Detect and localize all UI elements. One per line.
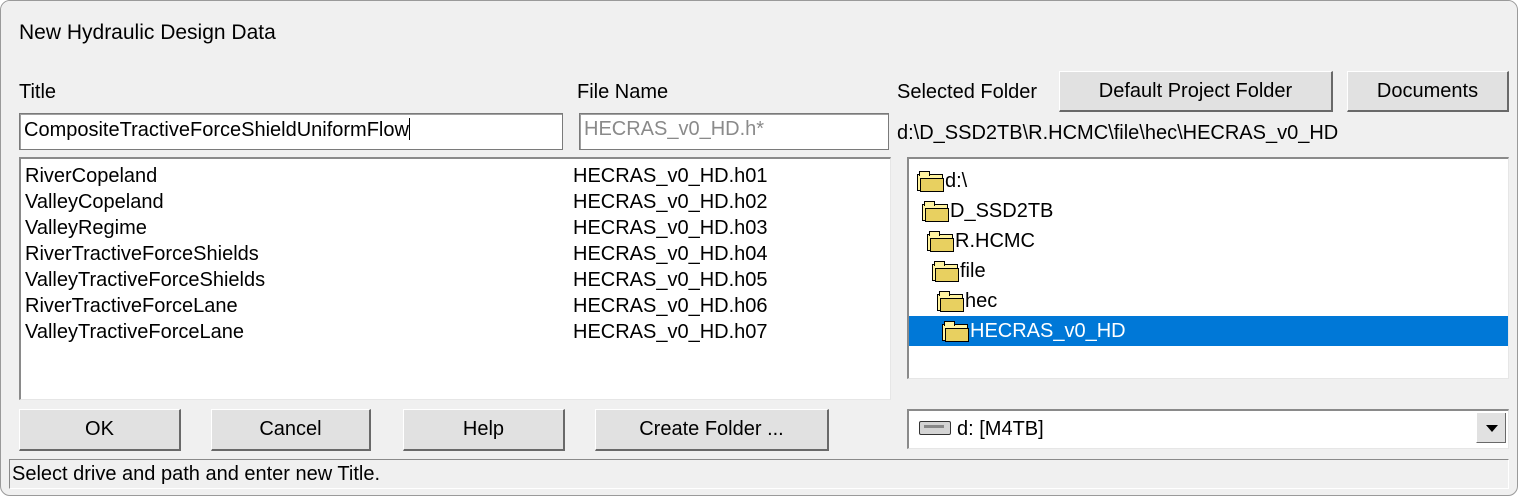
drive-select[interactable]: d: [M4TB] (907, 409, 1509, 449)
list-item-title: ValleyTractiveForceLane (25, 321, 244, 343)
cancel-button[interactable]: Cancel (211, 409, 371, 451)
dialog-window: New Hydraulic Design Data Title File Nam… (0, 0, 1518, 496)
list-item-file: HECRAS_v0_HD.h07 (573, 321, 768, 343)
file-name-label: File Name (577, 81, 669, 103)
status-bar: Select drive and path and enter new Titl… (9, 459, 1509, 489)
list-item[interactable]: ValleyCopeland HECRAS_v0_HD.h02 (21, 190, 890, 216)
file-name-input[interactable]: HECRAS_v0_HD.h* (579, 113, 889, 150)
folder-icon (937, 291, 964, 312)
title-input-value: CompositeTractiveForceShieldUniformFlow (24, 119, 409, 141)
folder-icon (927, 231, 954, 252)
list-item[interactable]: ValleyRegime HECRAS_v0_HD.h03 (21, 216, 890, 242)
design-data-list[interactable]: RiverCopeland HECRAS_v0_HD.h01 ValleyCopel… (19, 157, 891, 400)
title-label: Title (19, 81, 57, 103)
status-text: Select drive and path and enter new Titl… (12, 463, 381, 485)
create-folder-button[interactable]: Create Folder ... (595, 409, 829, 451)
list-item[interactable]: RiverTractiveForceLane HECRAS_v0_HD.h06 (21, 294, 890, 320)
help-button[interactable]: Help (403, 409, 565, 451)
folder-tree-item-label: D_SSD2TB (950, 199, 1054, 222)
documents-button-label: Documents (1376, 79, 1479, 102)
list-item-title: RiverTractiveForceLane (25, 295, 238, 317)
folder-tree-item[interactable]: hec (909, 286, 1508, 316)
folder-icon (922, 201, 949, 222)
list-item[interactable]: ValleyTractiveForceShields HECRAS_v0_HD.h… (21, 268, 890, 294)
title-input[interactable]: CompositeTractiveForceShieldUniformFlow (19, 113, 563, 150)
folder-icon (917, 171, 944, 192)
list-item-title: ValleyRegime (25, 217, 147, 239)
open-folder-icon (942, 321, 969, 342)
default-project-folder-button-label: Default Project Folder (1098, 79, 1293, 102)
selected-folder-label: Selected Folder (897, 81, 1038, 103)
file-name-input-value: HECRAS_v0_HD.h* (584, 118, 765, 140)
window-title: New Hydraulic Design Data (19, 21, 276, 44)
list-item-file: HECRAS_v0_HD.h02 (573, 191, 768, 213)
list-item-title: ValleyTractiveForceShields (25, 269, 266, 291)
list-item[interactable]: RiverCopeland HECRAS_v0_HD.h01 (21, 164, 890, 190)
folder-icon (932, 261, 959, 282)
drive-select-value: d: [M4TB] (957, 418, 1044, 440)
folder-tree-item[interactable]: file (909, 256, 1508, 286)
folder-tree-item[interactable]: D_SSD2TB (909, 196, 1508, 226)
folder-tree[interactable]: d:\ D_SSD2TB R.HCMC file hec HECRAS_v0_HD (907, 157, 1509, 379)
list-item-file: HECRAS_v0_HD.h01 (573, 165, 768, 187)
hard-drive-icon (919, 421, 951, 435)
folder-tree-item-label: R.HCMC (955, 229, 1035, 252)
folder-tree-item[interactable]: d:\ (909, 166, 1508, 196)
list-item[interactable]: ValleyTractiveForceLane HECRAS_v0_HD.h07 (21, 320, 890, 346)
title-bar: New Hydraulic Design Data (1, 1, 1517, 65)
list-item-title: RiverTractiveForceShields (25, 243, 259, 265)
ok-button-label: OK (85, 418, 114, 440)
ok-button[interactable]: OK (19, 409, 181, 451)
default-project-folder-button[interactable]: Default Project Folder (1059, 71, 1333, 112)
list-item-title: RiverCopeland (25, 165, 158, 187)
folder-tree-item[interactable]: R.HCMC (909, 226, 1508, 256)
folder-tree-item-label: file (960, 259, 986, 282)
list-item-file: HECRAS_v0_HD.h05 (573, 269, 768, 291)
selected-folder-path: d:\D_SSD2TB\R.HCMC\file\hec\HECRAS_v0_HD (897, 122, 1339, 144)
list-item-file: HECRAS_v0_HD.h03 (573, 217, 768, 239)
folder-tree-item[interactable]: HECRAS_v0_HD (909, 316, 1508, 346)
folder-tree-item-label: hec (965, 289, 998, 312)
list-item-title: ValleyCopeland (25, 191, 164, 213)
text-caret (408, 118, 410, 140)
help-button-label: Help (462, 418, 505, 440)
cancel-button-label: Cancel (259, 418, 322, 440)
list-item[interactable]: RiverTractiveForceShields HECRAS_v0_HD.h0… (21, 242, 890, 268)
list-item-file: HECRAS_v0_HD.h04 (573, 243, 768, 265)
list-item-file: HECRAS_v0_HD.h06 (573, 295, 768, 317)
create-folder-button-label: Create Folder ... (639, 418, 784, 440)
folder-tree-item-label: HECRAS_v0_HD (970, 319, 1126, 342)
documents-button[interactable]: Documents (1347, 71, 1509, 112)
folder-tree-item-label: d:\ (945, 169, 968, 192)
dropdown-arrow-button[interactable] (1476, 413, 1506, 443)
